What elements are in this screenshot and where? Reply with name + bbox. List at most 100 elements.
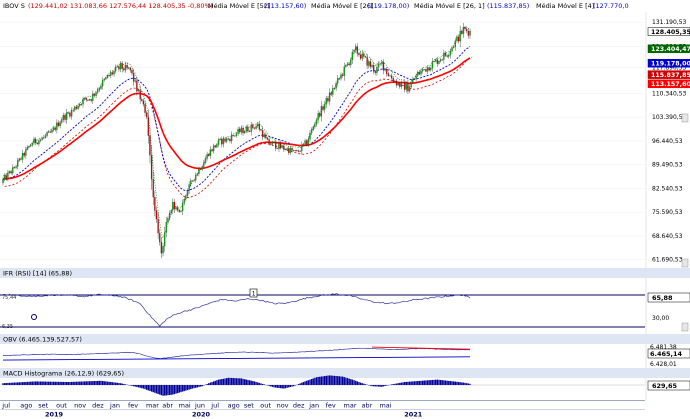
candle-body <box>356 46 359 54</box>
price-scroll-down-button[interactable] <box>681 258 689 268</box>
macd-bar <box>34 381 37 385</box>
macd-bar <box>428 380 430 385</box>
macd-bar <box>21 382 24 385</box>
macd-bar <box>141 385 143 389</box>
macd-bar <box>147 385 150 391</box>
candle-body <box>170 210 172 214</box>
candle-body <box>327 98 329 102</box>
candle-body <box>17 160 19 167</box>
macd-bar <box>59 381 61 385</box>
macd-bar <box>374 385 376 387</box>
candle-body <box>13 167 16 169</box>
month-label: mai <box>179 402 191 410</box>
candle-body <box>227 138 230 140</box>
candle-body <box>404 82 406 90</box>
candle-body <box>372 65 375 72</box>
month-label: fev <box>326 402 336 410</box>
candle-body <box>283 145 285 150</box>
candle-body <box>435 59 437 62</box>
candle-body <box>428 67 430 71</box>
macd-bar <box>253 381 256 385</box>
candle-body <box>240 128 243 133</box>
rsi-marker-circle-icon[interactable] <box>31 314 37 320</box>
candle-body <box>124 64 127 71</box>
macd-bar <box>41 381 43 385</box>
macd-bar <box>209 382 212 385</box>
candle-body <box>114 67 117 72</box>
macd-bar <box>26 381 29 385</box>
candle-body <box>426 67 429 72</box>
price-scroll-up-button[interactable] <box>681 113 689 123</box>
macd-bar <box>212 381 215 385</box>
price-badge-text: 128.405,35 <box>651 29 690 36</box>
macd-bar <box>315 377 318 385</box>
macd-bar <box>281 385 283 389</box>
macd-bar <box>399 382 401 385</box>
macd-bar <box>64 381 66 385</box>
candle-body <box>132 73 135 82</box>
macd-bar <box>190 385 192 390</box>
macd-bar <box>363 383 365 385</box>
candle-body <box>332 88 334 95</box>
candle-body <box>147 116 149 136</box>
macd-bar <box>335 376 337 385</box>
ma26-label: Média Móvel E [26] <box>311 2 373 10</box>
candle-body <box>364 56 367 58</box>
candle-body <box>276 148 278 150</box>
macd-bar <box>216 380 218 385</box>
candle-body <box>146 112 148 117</box>
macd-bar <box>116 382 118 385</box>
candle-body <box>80 103 83 105</box>
candle-body <box>204 158 207 163</box>
macd-bar <box>235 378 238 385</box>
month-labels: jul ago set out nov dez jan fev mar abr mai jun jul a… <box>1 402 392 410</box>
rsi-scroll-down-button[interactable] <box>681 322 689 332</box>
macd-bar <box>449 381 452 385</box>
macd-bar <box>355 380 357 385</box>
macd-bar <box>123 383 125 385</box>
candle-body <box>310 129 313 134</box>
candle-body <box>3 175 6 180</box>
candle-body <box>56 122 58 130</box>
price-tick-label: 61.690,53 <box>652 257 683 264</box>
candle-body <box>152 179 154 198</box>
macd-bar <box>38 381 40 385</box>
macd-bar <box>224 378 226 385</box>
candle-body <box>203 162 205 167</box>
macd-bar <box>271 385 274 387</box>
candle-body <box>363 53 365 57</box>
macd-bar <box>395 383 398 385</box>
macd-bar <box>417 381 419 385</box>
macd-bar <box>384 385 386 386</box>
macd-bar <box>155 385 158 394</box>
month-label: jul <box>210 402 219 410</box>
candle-body <box>186 190 189 196</box>
macd-bar <box>160 385 163 396</box>
macd-bar <box>39 381 42 385</box>
price-tick-label: 68.640,53 <box>652 233 683 240</box>
macd-bar <box>119 383 122 385</box>
macd-bar <box>51 381 53 385</box>
macd-bar <box>232 378 234 385</box>
candle-body <box>48 131 50 133</box>
candle-body <box>309 132 311 140</box>
macd-bar <box>407 381 409 385</box>
candle-body <box>273 142 275 143</box>
macd-bar <box>136 385 138 387</box>
macd-bar <box>227 377 230 385</box>
candle-body <box>346 63 349 66</box>
macd-bar <box>67 382 70 385</box>
macd-bar <box>167 385 169 396</box>
candle-body <box>67 112 69 114</box>
macd-bar <box>340 376 342 385</box>
macd-bar <box>345 377 347 385</box>
macd-bar <box>43 381 45 385</box>
candle-body <box>328 92 331 102</box>
macd-bar <box>103 381 105 385</box>
candle-body <box>371 65 373 67</box>
macd-bar <box>142 385 145 389</box>
macd-value-badge-text: 629,65 <box>652 382 678 390</box>
candle-body <box>358 53 360 55</box>
candle-body <box>87 99 89 101</box>
macd-bar <box>394 383 396 385</box>
